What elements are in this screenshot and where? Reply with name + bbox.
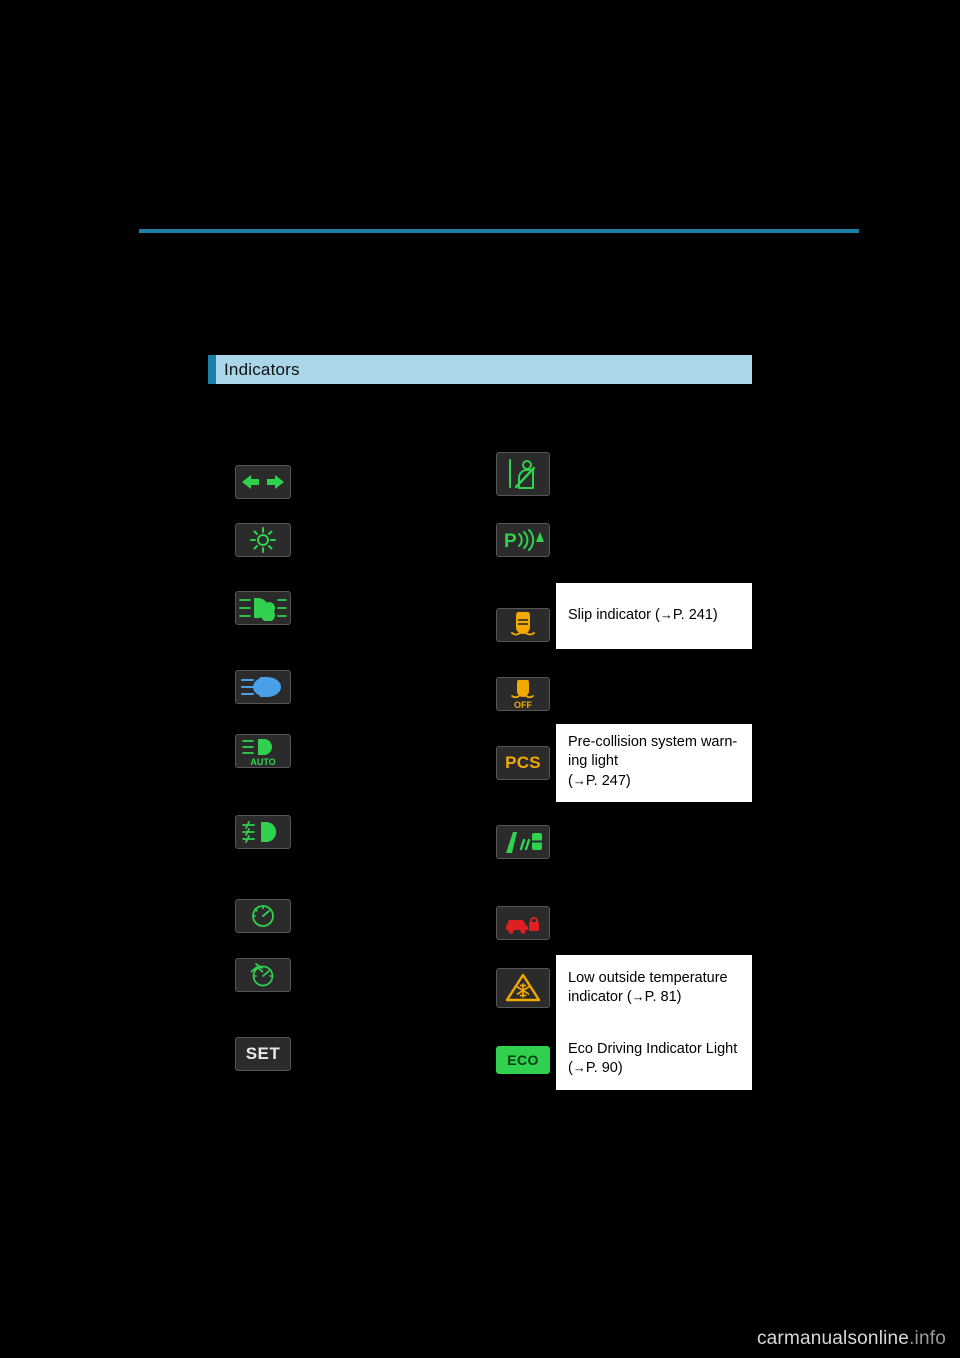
callout-pcs-line3: (→P. 247) [568,772,631,789]
callout-slip-text: Slip indicator (→P. 241) [568,607,718,624]
callout-lowtemp-line2: indicator (→P. 81) [568,989,682,1006]
watermark-suffix: .info [909,1328,946,1349]
callout-lowtemp-line1: Low outside temperature [568,970,728,986]
section-header-indicators: Indicators [208,355,752,384]
eco-label: ECO [507,1052,539,1068]
icon-tile-dynamic-radar-cruise [235,958,291,992]
icon-tile-seat-belt-reminder [496,452,550,496]
front-fog-light-icon [242,821,276,843]
icon-tile-pcs: PCS [496,746,550,780]
callout-pcs-line1: Pre-collision system warn- [568,734,738,750]
auto-label: AUTO [250,756,276,767]
icon-tile-low-outside-temperature [496,968,550,1008]
icon-tile-tail-light [235,523,291,557]
dynamic-radar-cruise-control-icon [250,963,274,987]
icon-tile-cruise-control [235,899,291,933]
callout-slip-indicator: Slip indicator (→P. 241) [556,583,752,649]
icon-tile-set: SET [235,1037,291,1071]
slip-indicator-icon [511,612,535,636]
callout-spacer [568,1008,741,1040]
icon-tile-eco: ECO [496,1046,550,1074]
cruise-control-icon [252,905,274,927]
section-accent-bar [208,355,216,384]
seat-belt-reminder-icon [509,459,536,489]
callout-eco-line1: Eco Driving Indicator Light [568,1040,738,1057]
icon-tile-security [496,906,550,940]
low-outside-temperature-icon [505,973,541,1002]
arrow-icon: → [631,989,645,1005]
tail-light-icon [250,527,276,553]
security-indicator-icon [506,917,539,934]
headlight-low-beam-icon [239,598,287,621]
arrow-icon: → [572,772,586,788]
parking-assist-icon: P [504,529,544,552]
turn-signal-icon [242,475,284,489]
icon-tile-slip [496,608,550,642]
callout-pcs-warning: Pre-collision system warn- ing light (→P… [556,724,752,802]
icon-tile-vsc-off: OFF [496,677,550,711]
icon-tile-auto-high-beam: AUTO [235,734,291,768]
site-watermark: carmanualsonline.info [757,1328,946,1350]
watermark-main: carmanualsonline [756,1328,910,1349]
arrow-icon: → [572,1059,586,1075]
page-header-rule [139,229,859,233]
icon-tile-high-beam [235,670,291,704]
page-title: Indicators [224,359,300,379]
arrow-icon: → [659,607,673,623]
pcs-label: PCS [505,753,541,772]
callout-low-temperature-and-eco: Low outside temperature indicator (→P. 8… [556,955,752,1090]
off-label: OFF [514,699,532,710]
icon-tile-low-beam [235,591,291,625]
svg-text:P: P [504,531,517,552]
set-label: SET [245,1044,281,1063]
automatic-high-beam-icon [242,738,272,755]
lane-departure-alert-icon [506,832,542,853]
headlight-high-beam-icon [241,677,281,697]
icon-tile-lane-departure [496,825,550,859]
vsc-off-icon [511,679,534,698]
callout-eco-line2: (→P. 90) [568,1059,623,1076]
callout-pcs-line2: ing light [568,753,618,770]
icon-tile-turn-signal [235,465,291,499]
icon-tile-parking-assist: P [496,523,550,557]
icon-tile-fog-light [235,815,291,849]
